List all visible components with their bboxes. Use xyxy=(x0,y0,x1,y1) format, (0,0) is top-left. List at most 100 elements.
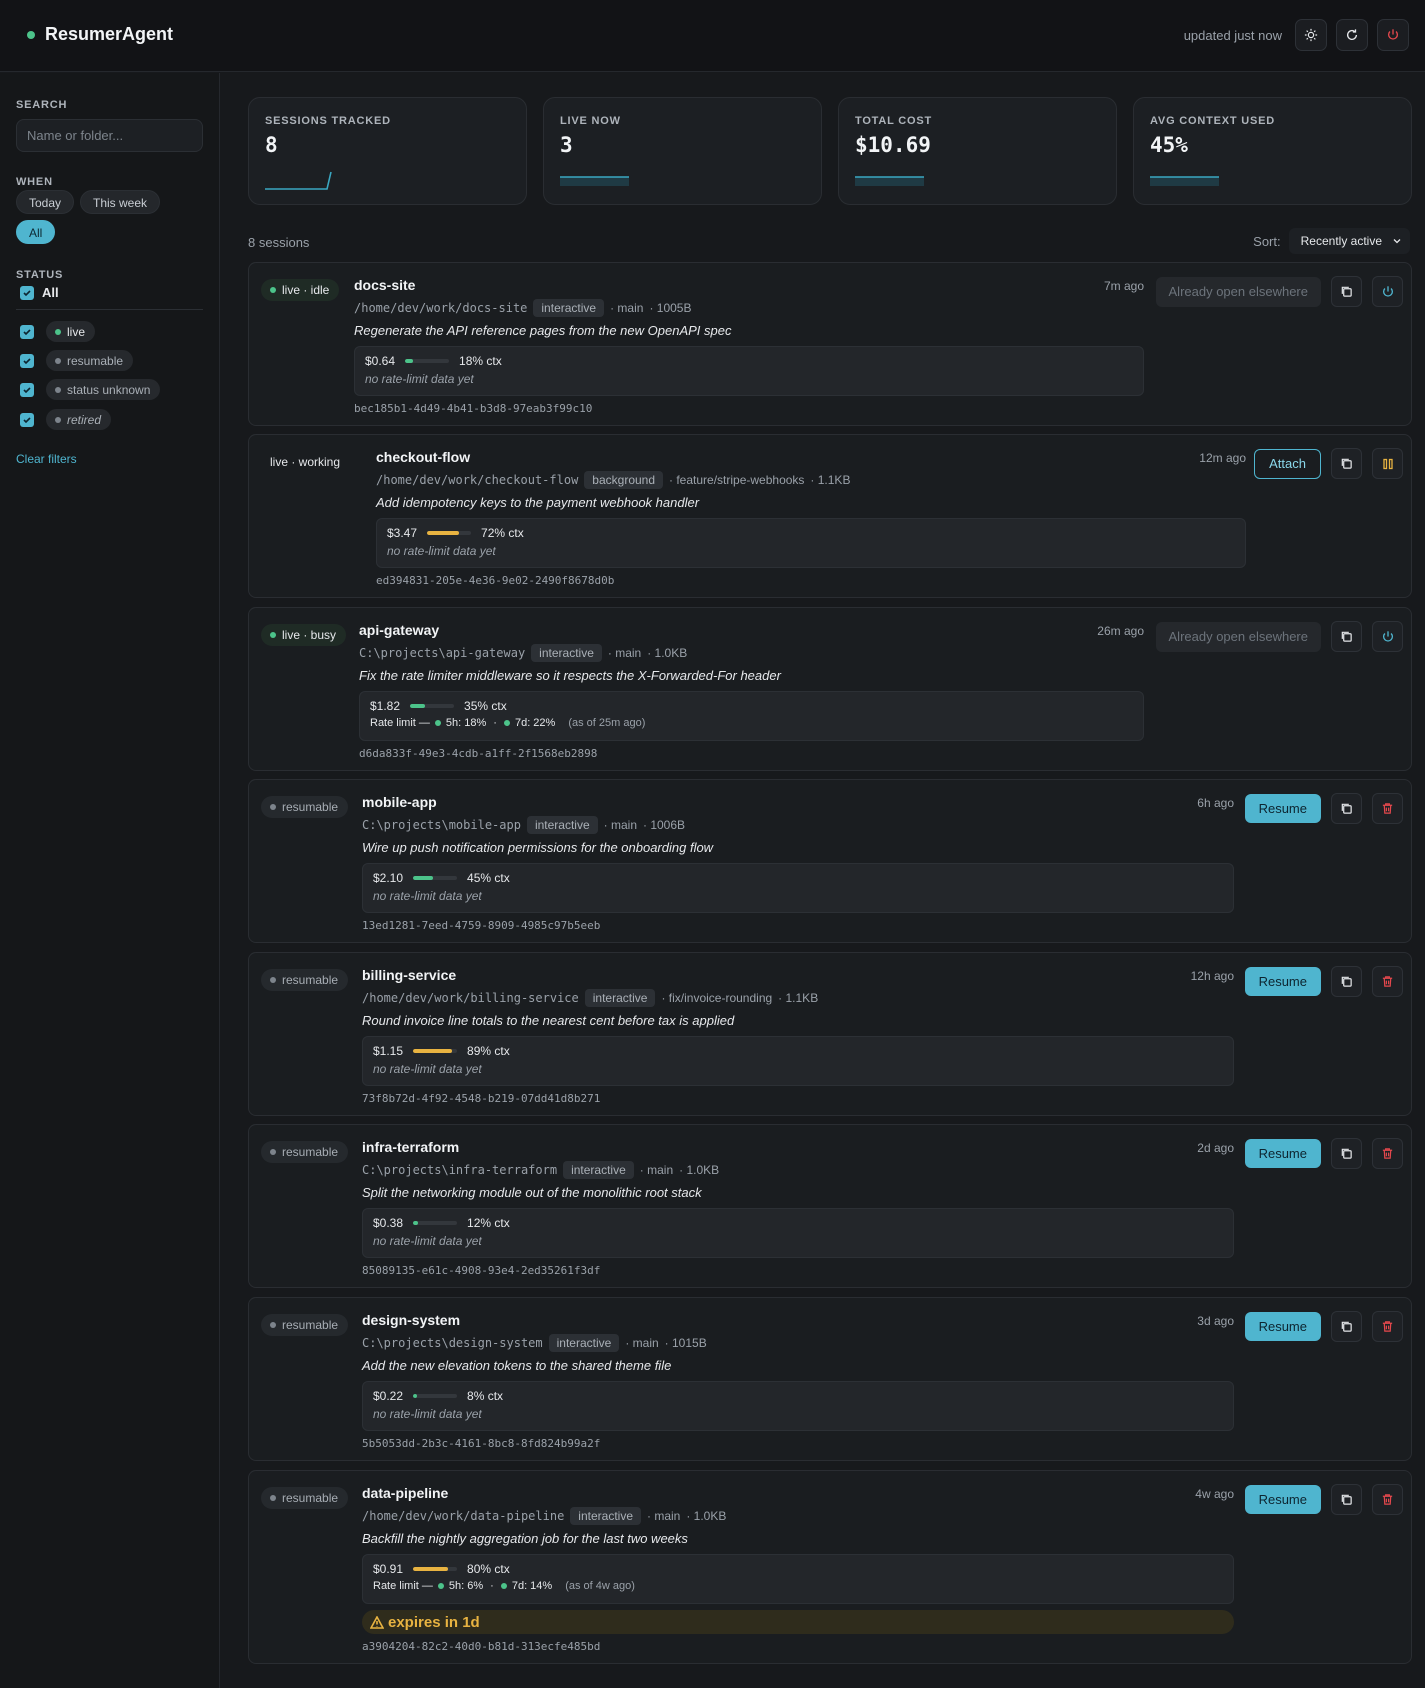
resume-button[interactable]: Resume xyxy=(1244,967,1321,996)
status-pill-resumable: resumable xyxy=(46,350,134,371)
context-percent: 80% ctx xyxy=(467,1562,510,1576)
session-description: Add the new elevation tokens to the shar… xyxy=(362,1358,672,1373)
delete-button[interactable] xyxy=(1372,1311,1403,1342)
session-description: Fix the rate limiter middleware so it re… xyxy=(359,668,781,683)
context-bar xyxy=(405,359,450,363)
search-input[interactable] xyxy=(16,119,203,152)
resume-button[interactable]: Resume xyxy=(1244,1139,1321,1168)
copy-id-button[interactable] xyxy=(1331,793,1362,824)
session-status-label: live · idle xyxy=(282,283,330,297)
copy-id-button[interactable] xyxy=(1331,621,1362,652)
stat-live-now: LIVE NOW 3 xyxy=(543,97,822,205)
copy-id-button[interactable] xyxy=(1331,1138,1362,1169)
session-branch: · main xyxy=(607,646,642,660)
rate-5h: 5h: 6% xyxy=(448,1580,484,1592)
status-filter-retired[interactable]: retired xyxy=(20,409,112,430)
checkbox-checked-icon[interactable] xyxy=(20,285,34,300)
copy-icon xyxy=(1341,976,1352,987)
session-meta: /home/dev/work/docs-site interactive · mai… xyxy=(354,299,1144,317)
session-path: C:\projects\mobile-app xyxy=(362,818,521,832)
refresh-icon xyxy=(1346,29,1358,40)
session-status-label: live · busy xyxy=(282,628,337,642)
session-card: live · working checkout-flow/home/dev/wor… xyxy=(248,434,1412,598)
refresh-button[interactable] xyxy=(1336,19,1368,51)
when-this-week-chip[interactable]: This week xyxy=(80,190,161,214)
session-status-badge: live · working xyxy=(261,451,350,473)
pause-button[interactable] xyxy=(1372,448,1403,479)
session-cost: $3.47 xyxy=(387,526,418,540)
resume-button[interactable]: Resume xyxy=(1244,1485,1321,1514)
session-branch: · main xyxy=(625,1336,659,1350)
status-all-row[interactable]: All xyxy=(20,285,59,300)
resume-button[interactable]: Resume xyxy=(1244,794,1321,823)
session-branch: · main xyxy=(647,1509,681,1523)
session-description: Add idempotency keys to the payment webh… xyxy=(376,495,700,510)
session-path: C:\projects\infra-terraform xyxy=(362,1163,558,1177)
when-label: WHEN xyxy=(16,176,53,188)
delete-button[interactable] xyxy=(1372,1484,1403,1515)
brand: ResumerAgent xyxy=(27,24,173,45)
session-cost: $1.82 xyxy=(370,699,401,713)
when-today-chip[interactable]: Today xyxy=(16,190,75,214)
copy-id-button[interactable] xyxy=(1331,1311,1362,1342)
sort-select[interactable]: Recently active xyxy=(1288,228,1410,254)
attach-button[interactable]: Attach xyxy=(1254,448,1321,479)
session-mode-tag: background xyxy=(584,471,664,489)
rate-asof: (as of 4w ago) xyxy=(565,1580,635,1592)
shutdown-button[interactable] xyxy=(1377,19,1409,51)
last-active-time: 3d ago xyxy=(1197,1314,1234,1328)
power-icon xyxy=(1382,630,1393,642)
green-dot-icon xyxy=(55,328,61,335)
session-description: Round invoice line totals to the nearest… xyxy=(362,1013,735,1028)
session-name: design-system xyxy=(362,1312,461,1328)
power-icon xyxy=(1387,29,1399,40)
rate-limit-status: no rate-limit data yet xyxy=(387,544,496,558)
top-bar: ResumerAgent updated just now xyxy=(0,0,1425,72)
checkbox-checked-icon[interactable] xyxy=(20,412,34,427)
status-pill-label: resumable xyxy=(67,353,124,368)
stat-label: AVG CONTEXT USED xyxy=(1150,115,1276,127)
rate-7d: 7d: 14% xyxy=(511,1580,553,1592)
session-meta: C:\projects\api-gateway interactive · main… xyxy=(359,644,1144,662)
resume-button[interactable]: Resume xyxy=(1244,1312,1321,1341)
delete-button[interactable] xyxy=(1372,966,1403,997)
status-dot-icon xyxy=(270,1322,276,1328)
green-dot-icon xyxy=(503,720,510,726)
trash-icon xyxy=(1382,1494,1393,1505)
search-label: SEARCH xyxy=(16,99,68,111)
copy-id-button[interactable] xyxy=(1331,448,1362,479)
usage-box: $2.10 45% ctx no rate-limit data yet xyxy=(362,863,1234,913)
session-size: · 1.0KB xyxy=(647,646,688,660)
stop-button[interactable] xyxy=(1372,276,1403,307)
session-meta: /home/dev/work/data-pipeline interactive ·… xyxy=(362,1507,1234,1525)
copy-id-button[interactable] xyxy=(1331,276,1362,307)
usage-box: $0.64 18% ctx no rate-limit data yet xyxy=(354,346,1144,396)
checkbox-checked-icon[interactable] xyxy=(20,324,34,339)
usage-box: $1.15 89% ctx no rate-limit data yet xyxy=(362,1036,1234,1086)
session-name: billing-service xyxy=(362,967,457,983)
copy-id-button[interactable] xyxy=(1331,1484,1362,1515)
delete-button[interactable] xyxy=(1372,793,1403,824)
rate-limit-status: no rate-limit data yet xyxy=(373,1407,482,1421)
session-mode-tag: interactive xyxy=(584,989,656,1007)
clear-filters-link[interactable]: Clear filters xyxy=(16,452,77,466)
theme-toggle-button[interactable] xyxy=(1295,19,1327,51)
session-actions: Resume xyxy=(1244,1311,1403,1342)
context-bar xyxy=(413,1221,458,1225)
stop-button[interactable] xyxy=(1372,621,1403,652)
checkbox-checked-icon[interactable] xyxy=(20,382,34,397)
status-dot-icon xyxy=(270,287,276,293)
session-mode-tag: interactive xyxy=(563,1161,634,1179)
when-all-chip[interactable]: All xyxy=(16,220,56,244)
checkbox-checked-icon[interactable] xyxy=(20,353,34,368)
status-filter-resumable[interactable]: resumable xyxy=(20,350,134,371)
usage-box: $0.22 8% ctx no rate-limit data yet xyxy=(362,1381,1234,1431)
status-pill-label: retired xyxy=(67,412,102,427)
copy-id-button[interactable] xyxy=(1331,966,1362,997)
status-pill-live: live xyxy=(46,321,96,342)
status-dot-icon xyxy=(270,977,276,983)
session-meta: /home/dev/work/billing-service interactiv… xyxy=(362,989,1234,1007)
status-filter-live[interactable]: live xyxy=(20,321,96,342)
delete-button[interactable] xyxy=(1372,1138,1403,1169)
status-filter-unknown[interactable]: status unknown xyxy=(20,379,161,400)
